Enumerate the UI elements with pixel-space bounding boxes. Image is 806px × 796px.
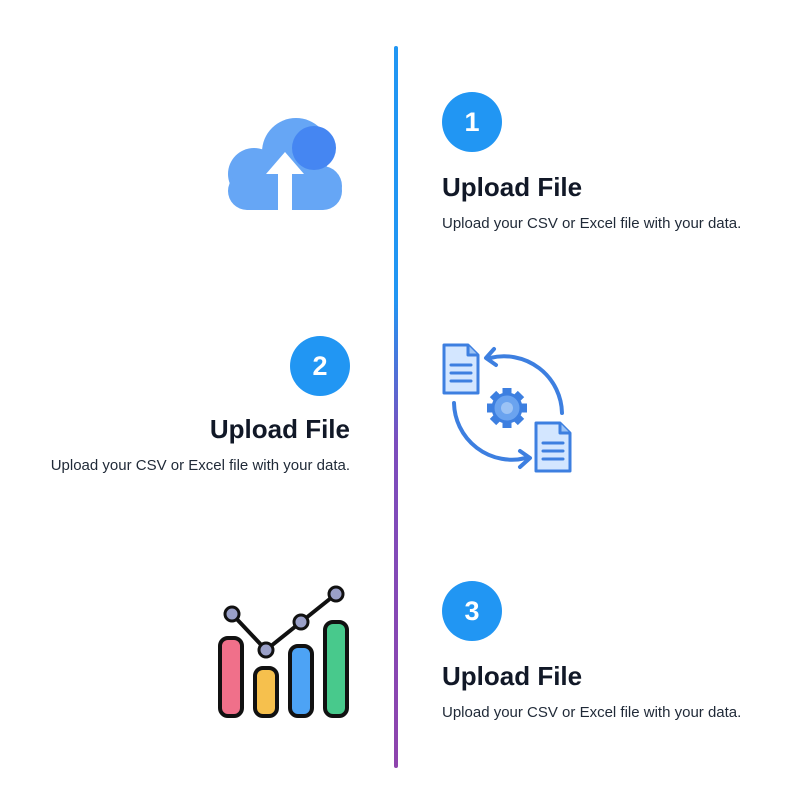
step-description: Upload your CSV or Excel file with your … (442, 704, 742, 721)
cloud-upload-icon (226, 116, 344, 212)
step-1: 1 Upload File Upload your CSV or Excel f… (442, 92, 741, 234)
step-number-badge: 2 (290, 336, 350, 396)
step-2: 2 Upload File Upload your CSV or Excel f… (51, 336, 350, 476)
step-description: Upload your CSV or Excel file with your … (50, 457, 350, 474)
gear-icon (487, 388, 527, 428)
step-title: Upload File (442, 172, 583, 202)
step-number-badge: 3 (442, 581, 502, 641)
step-3: 3 Upload File Upload your CSV or Excel f… (442, 581, 741, 723)
step-description: Upload your CSV or Excel file with your … (442, 215, 742, 232)
document-icon (442, 343, 480, 395)
step-title: Upload File (209, 414, 350, 444)
document-icon (534, 421, 572, 473)
step-title: Upload File (442, 661, 583, 691)
timeline-line (394, 46, 398, 768)
bar-chart-icon (216, 584, 352, 720)
step-number-badge: 1 (442, 92, 502, 152)
document-processing-icon (440, 341, 576, 475)
